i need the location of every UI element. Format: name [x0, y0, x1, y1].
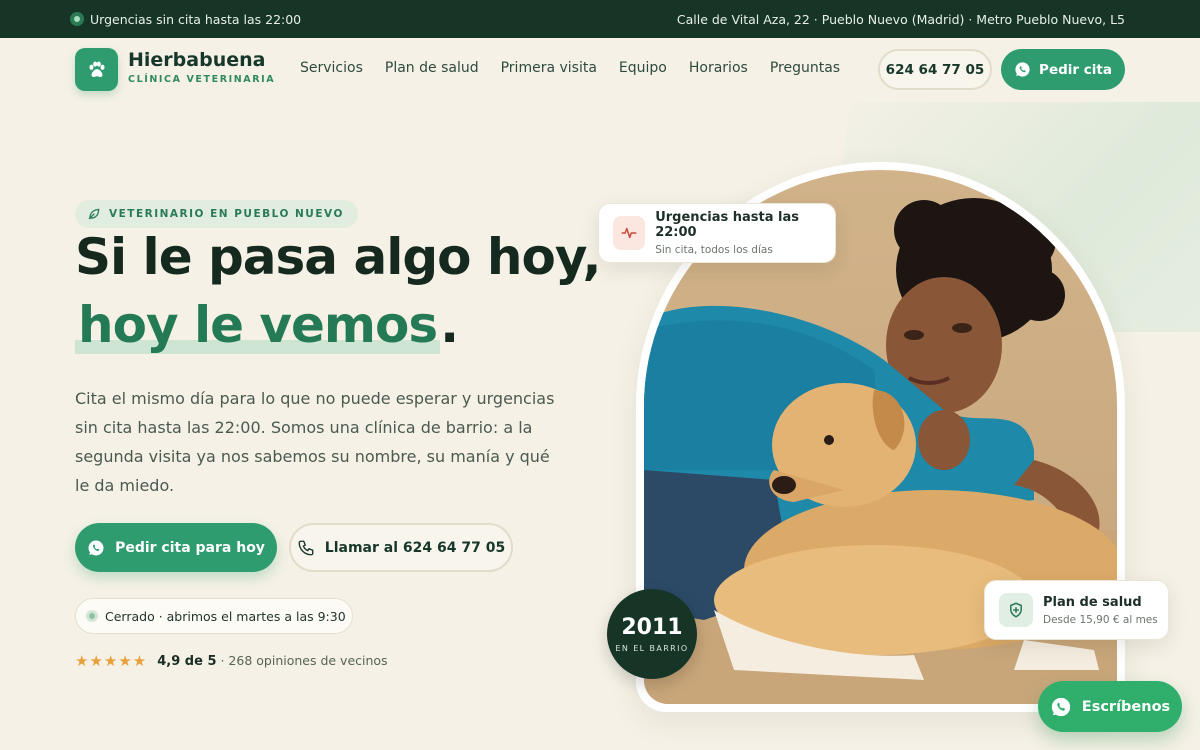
paw-icon: [88, 60, 105, 77]
whatsapp-icon: [88, 540, 104, 555]
nav-item-preguntas[interactable]: Preguntas: [770, 60, 840, 76]
hero-lead: Cita el mismo día para lo que no puede e…: [75, 389, 555, 495]
plan-salud-card[interactable]: Plan de salud Desde 15,90 € al mes: [984, 580, 1169, 640]
year-badge: 2011 EN EL BARRIO: [607, 589, 697, 679]
whatsapp-icon: [1051, 697, 1070, 716]
logo[interactable]: [75, 48, 118, 91]
year-badge-year: 2011: [621, 615, 683, 640]
pedir-cita-button[interactable]: Pedir cita: [1001, 49, 1125, 90]
llamar-label: Llamar al 624 64 77 05: [324, 539, 506, 556]
urgent-text: Urgencias sin cita hasta las 22:00: [90, 11, 302, 27]
plan-card-title: Plan de salud: [1043, 594, 1142, 610]
opening-status: Cerrado · abrimos el martes a las 9:30: [75, 598, 353, 634]
headline-line1: Si le pasa algo hoy,: [75, 228, 602, 286]
pedir-cita-hoy-label: Pedir cita para hoy: [115, 539, 265, 556]
address-text: Calle de Vital Aza, 22 · Pueblo Nuevo (M…: [676, 11, 1125, 27]
location-tag-text: VETERINARIO EN PUEBLO NUEVO: [109, 208, 344, 220]
pedir-cita-hoy-button[interactable]: Pedir cita para hoy: [75, 523, 277, 572]
brand-subtitle: CLÍNICA VETERINARIA: [128, 74, 276, 85]
status-text: Cerrado · abrimos el martes a las 9:30: [105, 608, 346, 624]
urgencias-card-subtitle: Sin cita, todos los días: [655, 244, 773, 256]
top-bar: Urgencias sin cita hasta las 22:00 Calle…: [0, 0, 1200, 38]
rating-reviews: · 268 opiniones de vecinos: [220, 653, 388, 668]
brand-name[interactable]: Hierbabuena: [128, 49, 265, 71]
status-dot-icon: [86, 610, 98, 622]
shield-plus-icon: [999, 593, 1033, 627]
nav-item-servicios[interactable]: Servicios: [300, 60, 363, 76]
phone-icon: [298, 540, 314, 555]
headline-highlight: hoy le vemos: [75, 296, 441, 354]
urgent-notice: Urgencias sin cita hasta las 22:00: [70, 12, 301, 27]
rating-score: 4,9 de 5: [157, 654, 217, 669]
pedir-cita-label: Pedir cita: [1039, 61, 1112, 78]
heartbeat-icon: [613, 216, 646, 250]
rating: ★★★★★ 4,9 de 5 · 268 opiniones de vecino…: [75, 652, 388, 670]
main-nav: Servicios Plan de salud Primera visita E…: [300, 60, 840, 76]
leaf-icon: [88, 208, 100, 220]
nav-item-plan-de-salud[interactable]: Plan de salud: [385, 60, 479, 76]
year-badge-label: EN EL BARRIO: [615, 644, 689, 653]
nav-item-primera-visita[interactable]: Primera visita: [501, 60, 597, 76]
rating-stars-icon: ★★★★★: [75, 652, 148, 670]
chat-label: Escríbenos: [1081, 698, 1171, 715]
rating-text: 4,9 de 5 · 268 opiniones de vecinos: [157, 653, 387, 669]
phone-button[interactable]: 624 64 77 05: [878, 49, 992, 90]
plan-card-subtitle: Desde 15,90 € al mes: [1043, 613, 1158, 626]
live-indicator-icon: [70, 12, 84, 26]
nav-item-equipo[interactable]: Equipo: [619, 60, 667, 76]
location-tag: VETERINARIO EN PUEBLO NUEVO: [75, 200, 358, 228]
headline-period: .: [440, 296, 459, 354]
headline-line2: hoy le vemos.: [75, 296, 459, 354]
urgencias-card: Urgencias hasta las 22:00 Sin cita, todo…: [598, 203, 836, 263]
nav-item-horarios[interactable]: Horarios: [689, 60, 748, 76]
llamar-button[interactable]: Llamar al 624 64 77 05: [289, 523, 513, 572]
whatsapp-icon: [1015, 62, 1030, 77]
urgencias-card-title: Urgencias hasta las 22:00: [655, 210, 800, 240]
chat-whatsapp-button[interactable]: Escríbenos: [1038, 681, 1182, 732]
